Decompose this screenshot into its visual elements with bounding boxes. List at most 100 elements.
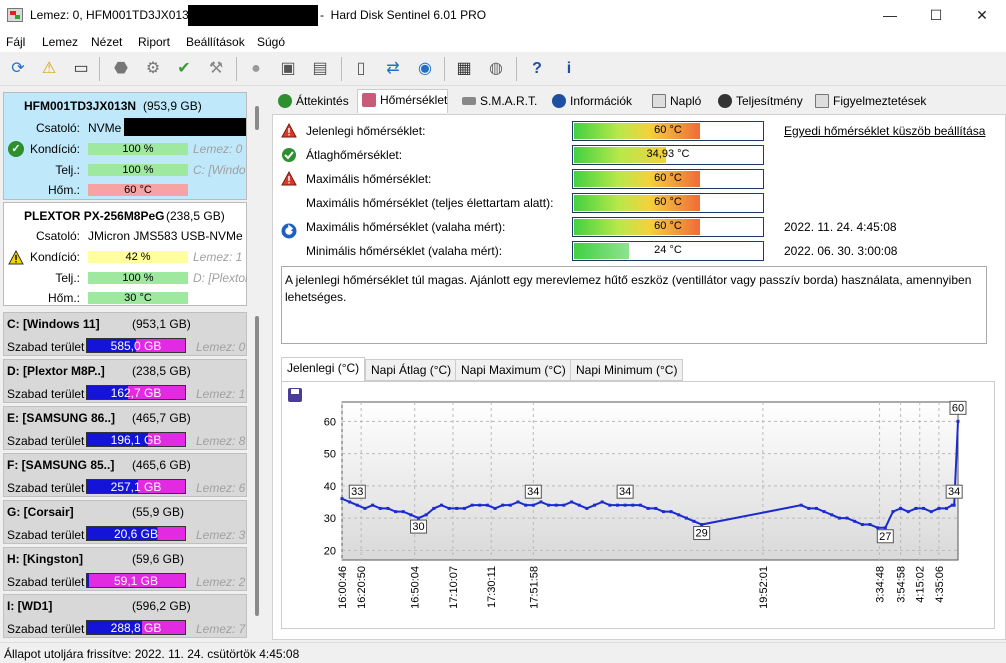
partition-size: (238,5 GB) xyxy=(132,364,191,378)
tab-alerts[interactable]: Figyelmeztetések xyxy=(811,91,926,113)
free-space-bar: 59,1 GB xyxy=(86,573,186,588)
disk-tool-icon[interactable]: ⚒ xyxy=(203,56,229,82)
free-space-value: 196,1 GB xyxy=(110,433,162,447)
performance-bar: 100 % xyxy=(88,272,188,284)
tab-information[interactable]: Információk xyxy=(548,91,632,113)
data-point xyxy=(837,516,841,520)
disk-info-icon[interactable]: ⬣ xyxy=(108,56,134,82)
data-point xyxy=(654,506,658,510)
help-icon[interactable]: ? xyxy=(524,56,550,82)
partition-disk: Lemez: 2 xyxy=(196,575,246,589)
partition-card[interactable]: I: [WD1] (596,2 GB) Szabad terület 288,8 GB… xyxy=(3,594,247,638)
tab-label: S.M.A.R.T. xyxy=(480,94,538,108)
temperature-label: Jelenlegi hőmérséklet: xyxy=(306,124,426,138)
partition-card[interactable]: H: [Kingston] (59,6 GB) Szabad terület 59,1… xyxy=(3,547,247,591)
info-icon xyxy=(552,94,566,108)
data-label-text: 60 xyxy=(952,402,964,414)
tab-log[interactable]: Napló xyxy=(648,91,701,113)
partition-size: (953,1 GB) xyxy=(132,317,191,331)
tab-label: Áttekintés xyxy=(296,94,349,108)
subtab-daily-minimum[interactable]: Napi Minimum (°C) xyxy=(570,359,684,381)
tab-overview[interactable]: Áttekintés xyxy=(274,91,349,113)
monitor-icon[interactable]: ▦ xyxy=(451,56,477,82)
data-point xyxy=(539,500,543,504)
minimize-button[interactable]: — xyxy=(867,0,913,32)
data-point xyxy=(945,506,949,510)
tab-label: Figyelmeztetések xyxy=(833,94,927,108)
drive-icon[interactable]: ▣ xyxy=(275,56,301,82)
sync-icon[interactable]: ⇄ xyxy=(380,56,406,82)
free-space-value: 59,1 GB xyxy=(113,574,159,588)
free-space-bar: 288,8 GB xyxy=(86,620,186,635)
health-bar: 100 % xyxy=(88,143,188,155)
toolbar-separator xyxy=(99,57,100,81)
disk-test-icon[interactable]: ⚙ xyxy=(140,56,166,82)
surface-test-icon[interactable]: ● xyxy=(243,56,269,82)
sound-icon[interactable]: ◍ xyxy=(483,56,509,82)
data-label: 27 xyxy=(876,529,894,544)
menu-disk[interactable]: Lemez xyxy=(42,35,78,49)
alerts-icon xyxy=(815,94,829,108)
data-point xyxy=(501,503,505,507)
tab-smart[interactable]: S.M.A.R.T. xyxy=(458,91,537,113)
data-point xyxy=(952,503,956,507)
temperature-bar: 60 °C xyxy=(572,121,764,141)
data-label-text: 34 xyxy=(948,486,960,498)
data-point xyxy=(631,503,635,507)
disk-number: Lemez: 0 xyxy=(193,142,243,156)
disk-icon[interactable]: ▭ xyxy=(68,56,94,82)
data-point xyxy=(508,503,512,507)
report-icon[interactable]: ▯ xyxy=(348,56,374,82)
free-space-label: Szabad terület xyxy=(7,434,85,448)
partition-card[interactable]: G: [Corsair] (55,9 GB) Szabad terület 20,6 … xyxy=(3,500,247,544)
partition-size: (465,6 GB) xyxy=(132,458,191,472)
disk-card[interactable]: HFM001TD3JX013N (953,9 GB) Csatoló: NVMe… xyxy=(3,92,247,200)
tab-temperature[interactable]: Hőmérséklet xyxy=(357,89,449,113)
close-button[interactable]: ✕ xyxy=(959,0,1005,32)
data-label: 34 xyxy=(616,484,634,499)
external-drive-icon[interactable]: ▤ xyxy=(307,56,333,82)
menu-help[interactable]: Súgó xyxy=(257,35,285,49)
partition-card[interactable]: D: [Plextor M8P..] (238,5 GB) Szabad terül… xyxy=(3,359,247,403)
info-icon[interactable]: i xyxy=(556,56,582,82)
health-label: Kondíció: xyxy=(29,250,80,264)
reset-icon[interactable] xyxy=(281,223,297,239)
refresh-icon[interactable]: ⟳ xyxy=(5,56,31,82)
network-icon[interactable]: ◉ xyxy=(412,56,438,82)
custom-threshold-link[interactable]: Egyedi hőmérséklet küszöb beállítása xyxy=(784,124,985,138)
disk-list-scrollbar[interactable] xyxy=(253,92,262,306)
toolbar: ⟳ ⚠ ▭ ⬣ ⚙ ✔ ⚒ ● ▣ ▤ ▯ ⇄ ◉ ▦ ◍ ? i xyxy=(0,52,1006,86)
document-icon xyxy=(652,94,666,108)
x-tick-label: 16:50:04 xyxy=(410,566,422,609)
alert-refresh-icon[interactable]: ⚠ xyxy=(36,56,62,82)
menu-view[interactable]: Nézet xyxy=(91,35,122,49)
data-point xyxy=(371,503,375,507)
partition-card[interactable]: E: [SAMSUNG 86..] (465,7 GB) Szabad terüle… xyxy=(3,406,247,450)
disk-card[interactable]: PLEXTOR PX-256M8PeG (238,5 GB) Csatoló: … xyxy=(3,202,247,306)
maximize-button[interactable]: ☐ xyxy=(913,0,959,32)
data-point xyxy=(394,510,398,514)
free-space-label: Szabad terület xyxy=(7,622,85,636)
menu-report[interactable]: Riport xyxy=(138,35,170,49)
temperature-bar: 60 °C xyxy=(88,184,188,196)
temperature-timestamp: 2022. 06. 30. 3:00:08 xyxy=(784,244,898,258)
free-space-value: 20,6 GB xyxy=(113,527,159,541)
y-tick-label: 30 xyxy=(324,513,336,525)
partition-card[interactable]: C: [Windows 11] (953,1 GB) Szabad terület 5… xyxy=(3,312,247,356)
menu-file[interactable]: Fájl xyxy=(6,35,25,49)
disk-ok-icon[interactable]: ✔ xyxy=(171,56,197,82)
partition-list-scrollbar[interactable] xyxy=(253,310,262,638)
gauge-icon xyxy=(718,94,732,108)
data-point xyxy=(891,510,895,514)
data-point xyxy=(638,503,642,507)
partition-card[interactable]: F: [SAMSUNG 85..] (465,6 GB) Szabad terüle… xyxy=(3,453,247,497)
data-point xyxy=(692,519,696,523)
subtab-current[interactable]: Jelenlegi (°C) xyxy=(281,357,366,381)
menu-settings[interactable]: Beállítások xyxy=(186,35,245,49)
data-label: 34 xyxy=(524,484,542,499)
tab-performance[interactable]: Teljesítmény xyxy=(714,91,803,113)
data-label: 29 xyxy=(693,526,711,541)
x-tick-label: 4:15:02 xyxy=(915,566,927,603)
subtab-daily-average[interactable]: Napi Átlag (°C) xyxy=(365,359,458,381)
subtab-daily-maximum[interactable]: Napi Maximum (°C) xyxy=(455,359,572,381)
